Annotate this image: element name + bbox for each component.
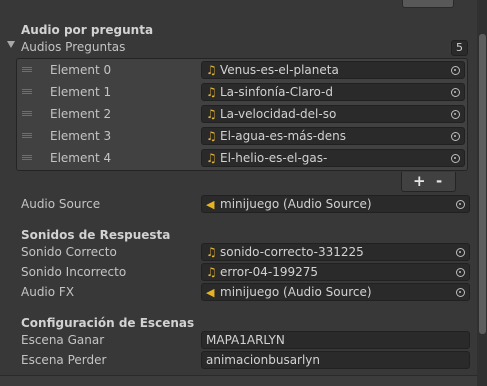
element-value: Venus-es-el-planeta	[220, 63, 339, 77]
element-label: Element 0	[50, 63, 112, 77]
audio-fx-label: Audio FX	[21, 285, 75, 299]
element-field[interactable]: ♫ Venus-es-el-planeta	[201, 61, 465, 79]
element-label: Element 1	[50, 85, 112, 99]
correct-sound-field[interactable]: ♫ sonido-correcto-331225	[201, 243, 470, 261]
incorrect-sound-value: error-04-199275	[220, 265, 319, 279]
lose-scene-value: animacionbusarlyn	[206, 353, 321, 367]
music-note-icon: ♫	[206, 85, 217, 99]
list-footer: + -	[401, 172, 456, 192]
correct-sound-value: sonido-correcto-331225	[220, 245, 364, 259]
audio-source-label: Audio Source	[21, 197, 101, 211]
add-element-button[interactable]: +	[413, 172, 426, 191]
object-picker-icon[interactable]	[451, 264, 469, 280]
audio-source-value: minijuego (Audio Source)	[220, 197, 372, 211]
object-picker-icon[interactable]	[446, 128, 464, 144]
drag-handle-icon[interactable]	[22, 155, 32, 160]
element-field[interactable]: ♫ La-velocidad-del-so	[201, 105, 465, 123]
element-field[interactable]: ♫ El-agua-es-más-dens	[201, 127, 465, 145]
element-value: La-velocidad-del-so	[220, 107, 337, 121]
scenes-section-header: Configuración de Escenas	[21, 316, 195, 330]
top-button[interactable]	[402, 0, 454, 8]
object-picker-icon[interactable]	[446, 84, 464, 100]
music-note-icon: ♫	[206, 107, 217, 121]
win-scene-value: MAPA1ARLYN	[206, 333, 285, 347]
lose-scene-input[interactable]: animacionbusarlyn	[201, 351, 470, 369]
drag-handle-icon[interactable]	[22, 111, 32, 116]
object-picker-icon[interactable]	[446, 62, 464, 78]
music-note-icon: ♫	[206, 265, 217, 279]
element-label: Element 3	[50, 129, 112, 143]
foldout-triangle-icon[interactable]	[7, 41, 15, 48]
response-section-header: Sonidos de Respuesta	[21, 228, 171, 242]
element-value: El-agua-es-más-dens	[220, 129, 346, 143]
element-value: La-sinfonía-Claro-d	[220, 85, 333, 99]
element-label: Element 4	[50, 151, 112, 165]
object-picker-icon[interactable]	[451, 244, 469, 260]
speaker-icon: ◀	[206, 197, 215, 211]
drag-handle-icon[interactable]	[22, 133, 32, 138]
audios-preguntas-label[interactable]: Audios Preguntas	[21, 39, 125, 55]
music-note-icon: ♫	[206, 245, 217, 259]
audio-source-field[interactable]: ◀ minijuego (Audio Source)	[201, 195, 470, 213]
object-picker-icon[interactable]	[446, 150, 464, 166]
incorrect-sound-label: Sonido Incorrecto	[21, 265, 127, 279]
next-component-header[interactable]	[0, 375, 477, 386]
scrollbar-thumb[interactable]	[479, 34, 486, 334]
music-note-icon: ♫	[206, 151, 217, 165]
object-picker-icon[interactable]	[451, 196, 469, 212]
object-picker-icon[interactable]	[446, 106, 464, 122]
drag-handle-icon[interactable]	[22, 67, 32, 72]
correct-sound-label: Sonido Correcto	[21, 245, 117, 259]
element-field[interactable]: ♫ El-helio-es-el-gas-	[201, 149, 465, 167]
object-picker-icon[interactable]	[451, 284, 469, 300]
audio-section-header: Audio por pregunta	[21, 23, 154, 37]
element-label: Element 2	[50, 107, 112, 121]
list-size-field[interactable]: 5	[451, 40, 468, 56]
incorrect-sound-field[interactable]: ♫ error-04-199275	[201, 263, 470, 281]
music-note-icon: ♫	[206, 129, 217, 143]
audio-fx-value: minijuego (Audio Source)	[220, 285, 372, 299]
music-note-icon: ♫	[206, 63, 217, 77]
element-field[interactable]: ♫ La-sinfonía-Claro-d	[201, 83, 465, 101]
lose-scene-label: Escena Perder	[21, 353, 107, 367]
win-scene-input[interactable]: MAPA1ARLYN	[201, 331, 470, 349]
speaker-icon: ◀	[206, 285, 215, 299]
element-value: El-helio-es-el-gas-	[220, 151, 328, 165]
drag-handle-icon[interactable]	[22, 89, 32, 94]
remove-element-button[interactable]: -	[436, 172, 442, 191]
win-scene-label: Escena Ganar	[21, 333, 105, 347]
audio-fx-field[interactable]: ◀ minijuego (Audio Source)	[201, 283, 470, 301]
